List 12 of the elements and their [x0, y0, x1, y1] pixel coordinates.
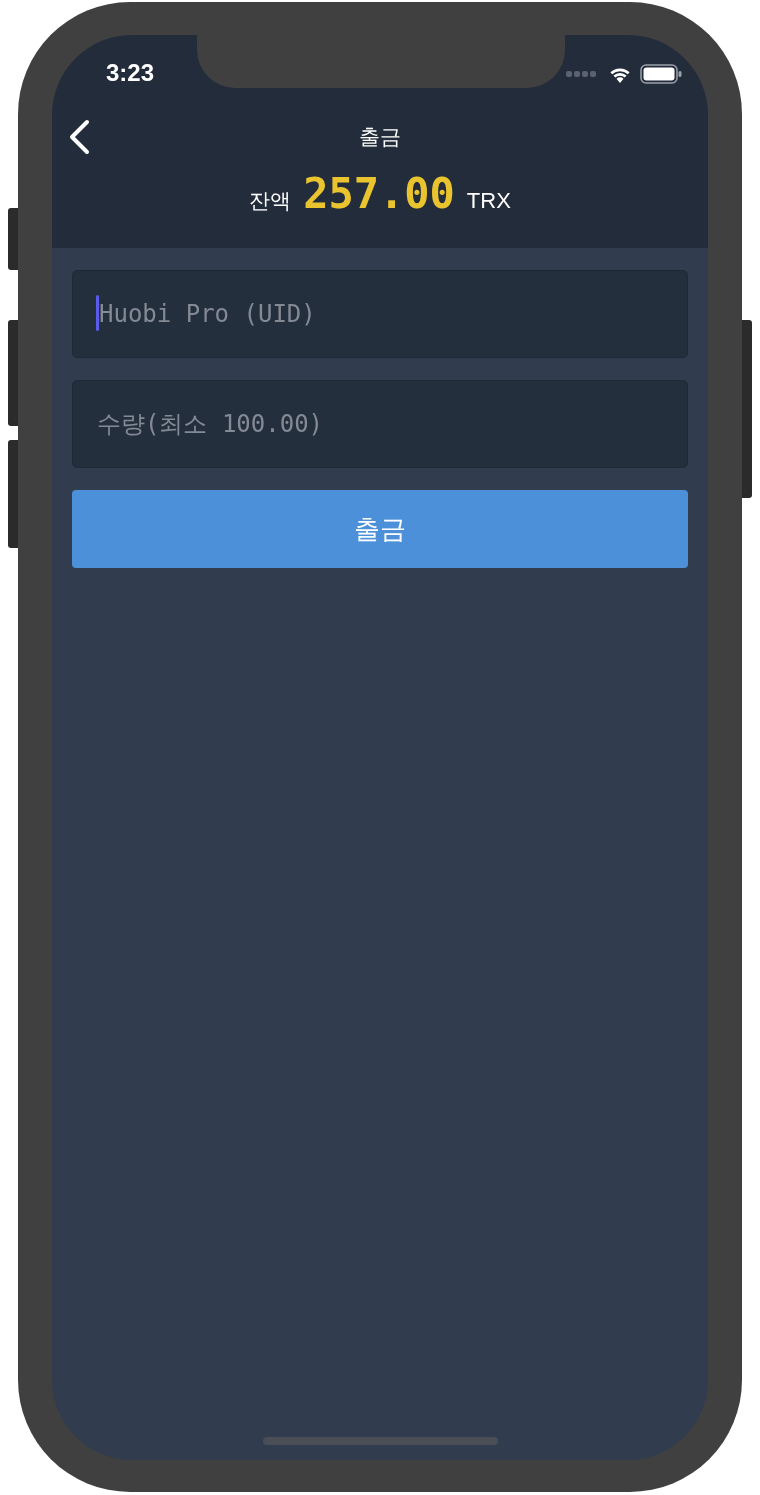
currency-label: TRX	[466, 188, 511, 214]
balance-label: 잔액	[249, 188, 292, 215]
wifi-icon	[608, 65, 632, 83]
battery-icon	[640, 64, 682, 84]
signal-icon	[566, 71, 596, 77]
input-field[interactable]: 수량(최소 100.00)	[72, 380, 688, 468]
page-title: 출금	[359, 124, 401, 151]
balance-amount: 257.00	[303, 169, 455, 218]
back-icon[interactable]	[68, 119, 90, 155]
withdraw-button[interactable]: 출금	[72, 490, 688, 568]
status-time: 3:23	[106, 58, 155, 87]
input-field[interactable]: Huobi Pro (UID)	[72, 270, 688, 358]
